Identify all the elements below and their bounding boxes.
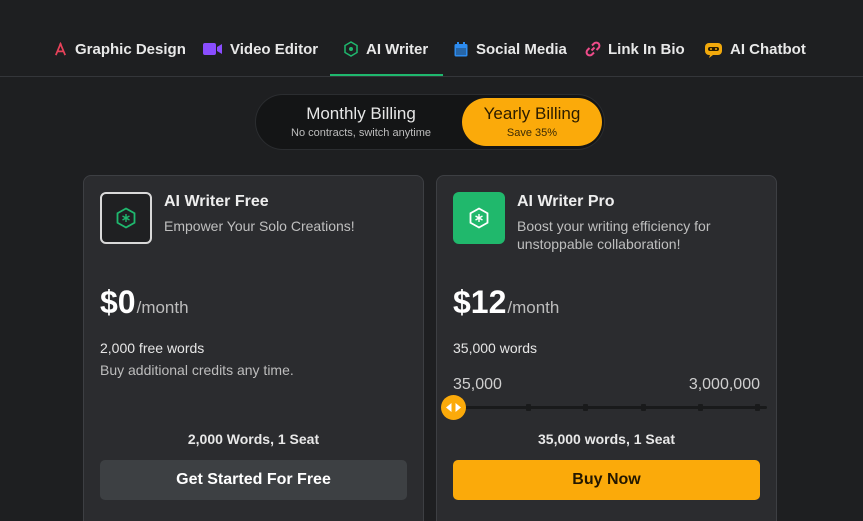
monthly-billing-option[interactable]: Monthly Billing No contracts, switch any… [262,98,460,146]
price-period: /month [507,298,560,317]
plan-card-free: AI Writer Free Empower Your Solo Creatio… [83,175,424,521]
plan-words: 2,000 free words [100,340,205,356]
slider-step-tick [583,404,588,411]
words-slider-handle[interactable] [441,395,466,420]
tab-link-in-bio[interactable]: Link In Bio [585,30,685,76]
slider-step-tick [698,404,703,411]
yearly-billing-title: Yearly Billing [483,104,581,123]
billing-toggle: Monthly Billing No contracts, switch any… [255,94,605,150]
plan-tagline: Boost your writing efficiency for unstop… [517,218,711,252]
get-started-free-button[interactable]: Get Started For Free [100,460,407,500]
tab-label: Link In Bio [608,41,685,58]
plan-summary: 35,000 words, 1 Seat [538,431,675,447]
plan-summary: 2,000 Words, 1 Seat [187,431,320,447]
drag-arrows-icon [446,403,461,412]
slider-step-tick [641,404,646,411]
tab-label: Graphic Design [75,41,186,58]
plan-tagline: Empower Your Solo Creations! [164,218,355,234]
monthly-billing-title: Monthly Billing [306,104,416,123]
tab-graphic-design[interactable]: Graphic Design [52,30,186,76]
buy-now-button[interactable]: Buy Now [453,460,760,500]
plan-price: $12 /month [453,284,559,321]
tab-label: Video Editor [230,41,319,58]
ai-writer-hex-icon [116,207,136,229]
ai-writer-logo [453,192,505,244]
ai-writer-hex-icon [469,207,489,229]
tab-ai-chatbot[interactable]: AI Chatbot [704,30,806,76]
slider-step-tick [526,404,531,411]
calendar-icon [453,41,469,57]
tab-ai-writer[interactable]: AI Writer [330,30,444,76]
tab-label: AI Writer [366,41,429,58]
monthly-billing-subtitle: No contracts, switch anytime [291,127,431,139]
ai-writer-logo [100,192,152,244]
price-amount: $12 [453,284,507,320]
yearly-billing-option[interactable]: Yearly Billing Save 35% [462,98,602,146]
tab-label: AI Chatbot [730,41,806,58]
slider-min-label: 35,000 [453,376,502,393]
product-tabs: Graphic Design Video Editor AI Writer So… [0,0,863,77]
chatbot-icon [704,41,723,58]
plan-name: AI Writer Pro [517,193,615,210]
plan-card-pro: AI Writer Pro Boost your writing efficie… [436,175,777,521]
graphic-design-icon [52,41,68,57]
video-camera-icon [203,41,223,57]
tab-label: Social Media [476,41,567,58]
plan-name: AI Writer Free [164,193,269,210]
price-period: /month [136,298,189,317]
plan-price: $0 /month [100,284,189,321]
tab-social-media[interactable]: Social Media [453,30,567,76]
plan-extra-note: Buy additional credits any time. [100,362,294,378]
words-slider-track[interactable] [461,404,767,411]
ai-writer-icon [343,41,359,57]
plan-words: 35,000 words [453,340,538,356]
slider-max-label: 3,000,000 [688,376,760,393]
link-icon [585,41,601,57]
tab-video-editor[interactable]: Video Editor [203,30,318,76]
slider-step-tick [755,404,760,411]
yearly-billing-savings: Save 35% [506,127,558,139]
price-amount: $0 [100,284,136,320]
